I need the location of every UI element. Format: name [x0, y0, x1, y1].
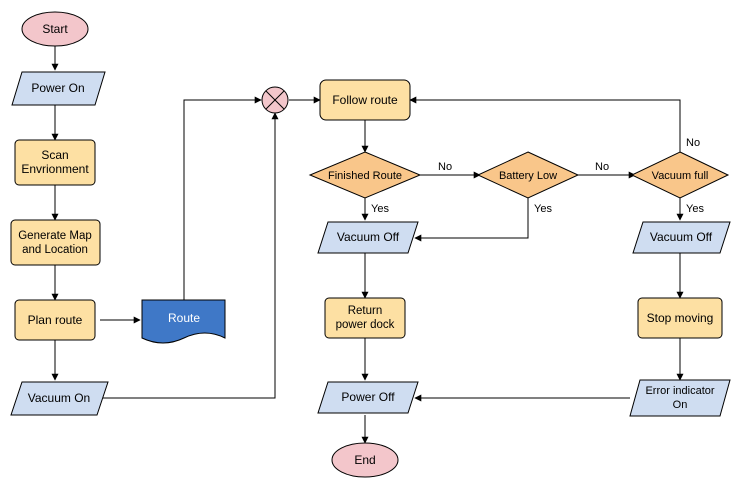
label-start: Start: [42, 22, 68, 36]
label-follow: Follow route: [332, 93, 398, 107]
label-finished-no: No: [438, 161, 452, 173]
label-stop: Stop moving: [647, 311, 714, 325]
label-battery-yes: Yes: [534, 203, 552, 215]
label-return-l2: power dock: [336, 319, 395, 331]
label-scan-l1: Scan: [41, 148, 68, 162]
label-finished: Finished Route: [328, 170, 402, 182]
node-genmap: [11, 220, 100, 265]
label-battery-no: No: [595, 161, 609, 173]
edge-route-sum: [184, 100, 261, 300]
node-sum-junction: [262, 87, 288, 113]
node-return-dock: [325, 298, 405, 338]
label-route: Route: [168, 311, 200, 325]
label-battery: Battery Low: [499, 170, 557, 182]
edge-battery-vacoff1: [415, 198, 528, 238]
label-plan: Plan route: [28, 313, 83, 327]
label-err-l2: On: [673, 399, 688, 411]
label-err-l1: Error indicator: [645, 385, 714, 397]
edge-vacon-sum: [100, 113, 275, 398]
flowchart-canvas: No Yes No Yes No Yes Start Power On Scan…: [0, 0, 733, 500]
label-vacoff-2: Vacuum Off: [650, 230, 713, 244]
label-vacoff-1: Vacuum Off: [337, 230, 400, 244]
label-return-l1: Return: [348, 305, 383, 317]
label-vacfull: Vacuum full: [652, 170, 709, 182]
edge-vacfull-follow: [410, 100, 680, 152]
label-finished-yes: Yes: [371, 203, 389, 215]
label-genmap-l1: Generate Map: [18, 230, 92, 242]
label-end: End: [354, 453, 375, 467]
label-vacuum-on: Vacuum On: [28, 391, 90, 405]
label-vacfull-no: No: [686, 137, 700, 149]
label-power-off: Power Off: [341, 390, 395, 404]
label-power-on: Power On: [31, 81, 84, 95]
label-vacfull-yes: Yes: [686, 203, 704, 215]
label-genmap-l2: and Location: [22, 244, 88, 256]
label-scan-l2: Envrionment: [21, 162, 89, 176]
